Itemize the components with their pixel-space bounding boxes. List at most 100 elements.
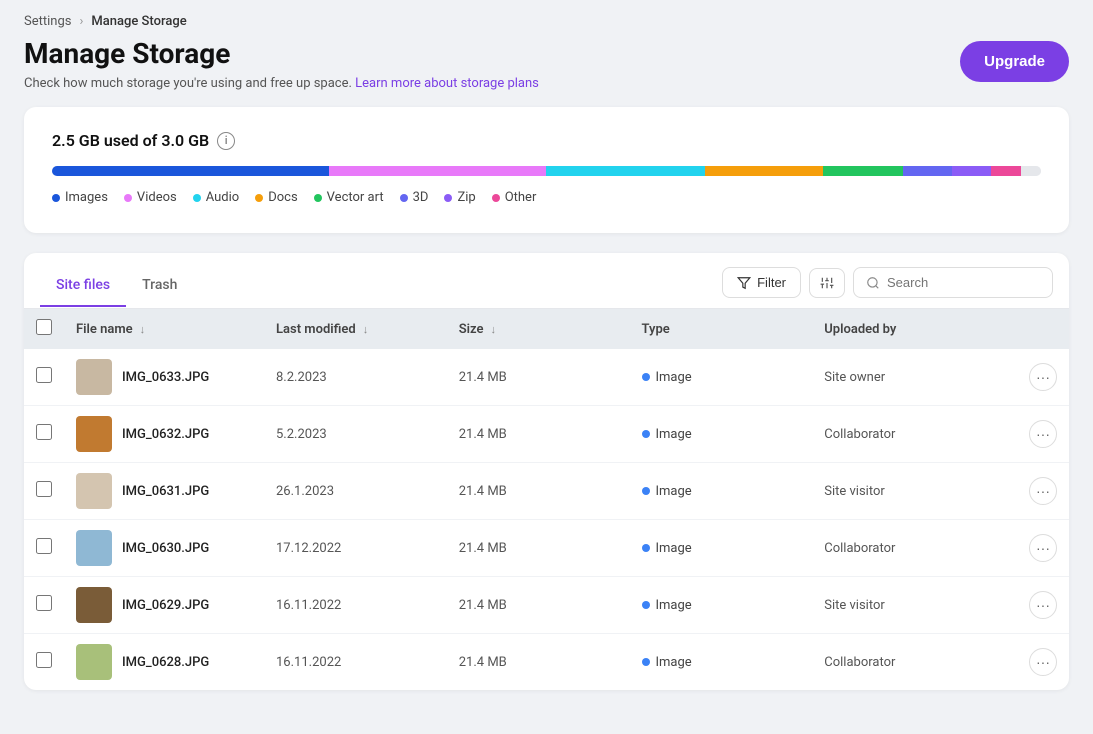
legend-label: Audio [206, 190, 239, 205]
col-filename: IMG_0629.JPG [76, 587, 276, 623]
row-checkbox[interactable] [36, 595, 52, 611]
table-header: File name ↓ Last modified ↓ Size ↓ Type … [24, 309, 1069, 349]
bar-segment-free [1021, 166, 1041, 176]
col-type: Image [642, 598, 825, 613]
subtitle-text: Check how much storage you're using and … [24, 76, 352, 91]
bar-segment-docs [705, 166, 824, 176]
type-dot [642, 487, 650, 495]
col-header-filename[interactable]: File name ↓ [76, 322, 276, 337]
select-all-checkbox[interactable] [36, 319, 52, 335]
more-options-button[interactable]: ··· [1029, 420, 1057, 448]
upgrade-button[interactable]: Upgrade [960, 41, 1069, 82]
filename-text: IMG_0632.JPG [122, 427, 209, 442]
storage-bar [52, 166, 1041, 176]
filter-label: Filter [757, 275, 786, 290]
storage-legend: ImagesVideosAudioDocsVector art3DZipOthe… [52, 190, 1041, 205]
filename-text: IMG_0628.JPG [122, 655, 209, 670]
col-date: 26.1.2023 [276, 484, 459, 499]
more-options-button[interactable]: ··· [1029, 591, 1057, 619]
type-label: Image [656, 427, 692, 442]
col-date: 8.2.2023 [276, 370, 459, 385]
col-size: 21.4 MB [459, 427, 642, 442]
col-filename: IMG_0630.JPG [76, 530, 276, 566]
type-label: Image [656, 370, 692, 385]
legend-label: Docs [268, 190, 297, 205]
more-options-button[interactable]: ··· [1029, 363, 1057, 391]
col-type: Image [642, 427, 825, 442]
filename-text: IMG_0629.JPG [122, 598, 209, 613]
storage-card: 2.5 GB used of 3.0 GB i ImagesVideosAudi… [24, 107, 1069, 233]
page-title: Manage Storage [24, 37, 539, 70]
legend-label: Videos [137, 190, 177, 205]
modified-sort-icon: ↓ [363, 323, 369, 336]
legend-label: Other [505, 190, 537, 205]
breadcrumb-parent[interactable]: Settings [24, 14, 71, 29]
row-checkbox[interactable] [36, 367, 52, 383]
storage-plans-link[interactable]: Learn more about storage plans [355, 76, 539, 91]
filter-button[interactable]: Filter [722, 267, 801, 298]
col-actions: ··· [1007, 591, 1057, 619]
col-uploader: Collaborator [824, 427, 1007, 442]
type-dot [642, 430, 650, 438]
col-size: 21.4 MB [459, 541, 642, 556]
col-actions: ··· [1007, 363, 1057, 391]
row-checkbox-cell [36, 367, 76, 387]
col-uploader: Collaborator [824, 655, 1007, 670]
storage-amount: 2.5 GB used of 3.0 GB [52, 131, 209, 150]
tabs-container: Site filesTrash [40, 269, 193, 306]
tab-trash[interactable]: Trash [126, 269, 193, 307]
files-card: Site filesTrash Filter File name ↓ Last … [24, 253, 1069, 690]
col-type: Image [642, 370, 825, 385]
row-checkbox-cell [36, 595, 76, 615]
filename-text: IMG_0631.JPG [122, 484, 209, 499]
type-dot [642, 373, 650, 381]
page-subtitle: Check how much storage you're using and … [24, 76, 539, 91]
size-sort-icon: ↓ [491, 323, 497, 336]
col-actions: ··· [1007, 420, 1057, 448]
filename-text: IMG_0633.JPG [122, 370, 209, 385]
legend-item-vector-art: Vector art [314, 190, 384, 205]
search-box[interactable] [853, 267, 1053, 298]
col-header-modified[interactable]: Last modified ↓ [276, 322, 459, 337]
breadcrumb-separator: › [79, 14, 83, 29]
bar-segment-videos [329, 166, 547, 176]
table-row: IMG_0628.JPG 16.11.2022 21.4 MB Image Co… [24, 634, 1069, 690]
info-icon[interactable]: i [217, 132, 235, 150]
col-uploader: Site visitor [824, 598, 1007, 613]
col-uploader: Site visitor [824, 484, 1007, 499]
file-thumbnail [76, 416, 112, 452]
more-options-button[interactable]: ··· [1029, 648, 1057, 676]
col-filename: IMG_0632.JPG [76, 416, 276, 452]
col-actions: ··· [1007, 648, 1057, 676]
file-thumbnail [76, 473, 112, 509]
col-size: 21.4 MB [459, 370, 642, 385]
row-checkbox[interactable] [36, 481, 52, 497]
col-date: 16.11.2022 [276, 598, 459, 613]
tab-site-files[interactable]: Site files [40, 269, 126, 307]
bar-segment-images [52, 166, 329, 176]
filename-sort-icon: ↓ [140, 323, 146, 336]
legend-item-audio: Audio [193, 190, 239, 205]
legend-dot [400, 194, 408, 202]
col-filename: IMG_0633.JPG [76, 359, 276, 395]
legend-label: Vector art [327, 190, 384, 205]
row-checkbox[interactable] [36, 652, 52, 668]
search-input[interactable] [887, 275, 1040, 290]
more-options-button[interactable]: ··· [1029, 477, 1057, 505]
col-filename: IMG_0631.JPG [76, 473, 276, 509]
legend-dot [492, 194, 500, 202]
legend-item-zip: Zip [444, 190, 475, 205]
search-icon [866, 276, 880, 290]
table-row: IMG_0631.JPG 26.1.2023 21.4 MB Image Sit… [24, 463, 1069, 520]
more-options-button[interactable]: ··· [1029, 534, 1057, 562]
breadcrumb-current: Manage Storage [91, 14, 186, 29]
legend-item-videos: Videos [124, 190, 177, 205]
type-dot [642, 658, 650, 666]
row-checkbox[interactable] [36, 424, 52, 440]
col-header-size[interactable]: Size ↓ [459, 322, 642, 337]
row-checkbox[interactable] [36, 538, 52, 554]
breadcrumb: Settings › Manage Storage [0, 0, 1093, 37]
filter-icon [737, 276, 751, 290]
col-size: 21.4 MB [459, 484, 642, 499]
columns-settings-button[interactable] [809, 268, 845, 298]
